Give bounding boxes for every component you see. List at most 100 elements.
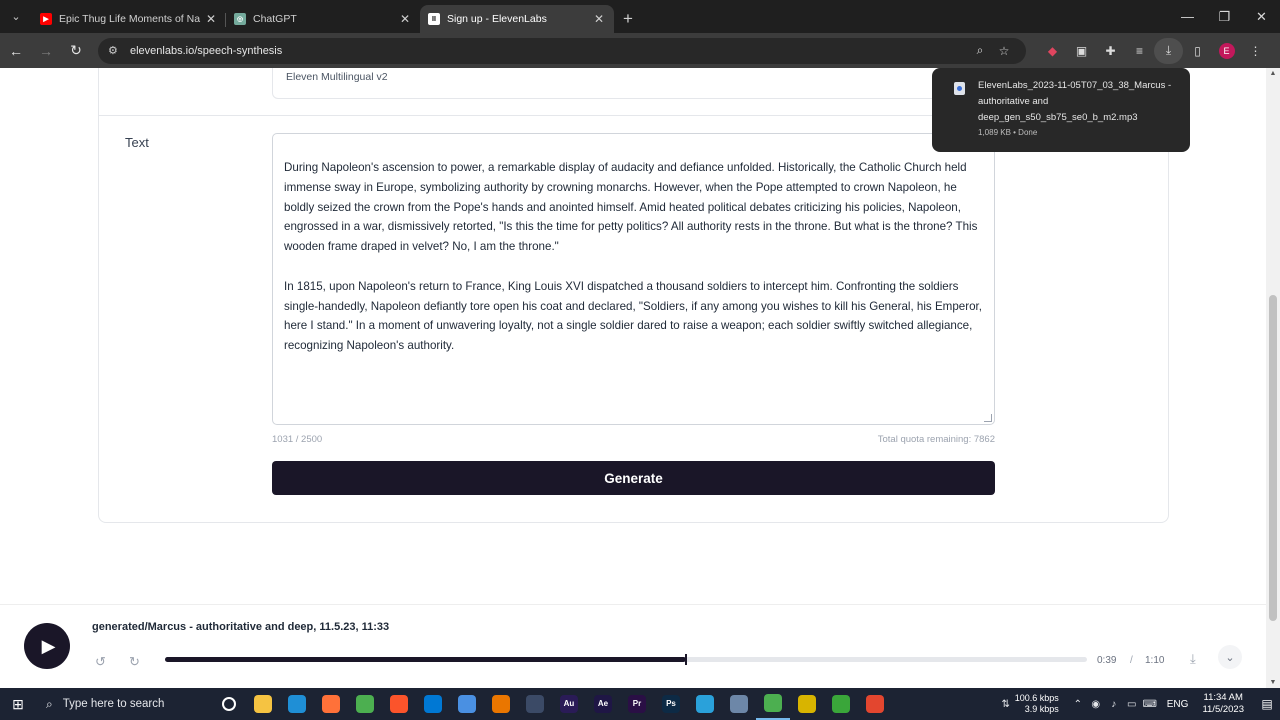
side-panel-icon[interactable]: ▯ xyxy=(1183,38,1212,64)
back-arrow-icon[interactable]: ← xyxy=(2,37,30,65)
chevron-up-icon[interactable]: ⌃ xyxy=(1069,699,1087,710)
taskbar-apps: Au Ae Pr Ps xyxy=(212,688,892,720)
resize-handle[interactable] xyxy=(984,414,992,422)
text-input-area[interactable]: During Napoleon's ascension to power, a … xyxy=(272,133,995,425)
photoshop-taskbar-icon[interactable]: Ps xyxy=(654,688,688,720)
net-down: 3.9 kbps xyxy=(1024,704,1059,714)
telegram-taskbar-icon[interactable] xyxy=(688,688,722,720)
file-explorer-taskbar-icon[interactable] xyxy=(246,688,280,720)
file-explorer-icon xyxy=(254,695,272,713)
rewind-icon[interactable]: ↺ xyxy=(95,654,106,670)
camtasia-taskbar-icon[interactable] xyxy=(824,688,858,720)
language-indicator[interactable]: ENG xyxy=(1167,699,1189,710)
chrome-taskbar-icon[interactable] xyxy=(348,688,382,720)
play-button[interactable]: ▶ xyxy=(24,623,70,669)
folder-yellow-taskbar-icon[interactable] xyxy=(790,688,824,720)
telegram-icon xyxy=(696,695,714,713)
camera-icon[interactable]: ◉ xyxy=(1087,699,1105,710)
character-count: 1031 / 2500 xyxy=(272,434,323,445)
clock-time: 11:34 AM xyxy=(1203,692,1243,703)
total-time: 1:10 xyxy=(1145,655,1165,666)
reading-list-icon[interactable]: ≡ xyxy=(1125,38,1154,64)
audition-icon: Au xyxy=(560,695,578,713)
url-text[interactable]: elevenlabs.io/speech-synthesis xyxy=(130,45,968,57)
notepad-taskbar-icon[interactable] xyxy=(722,688,756,720)
windows-start-icon[interactable]: ⊞ xyxy=(0,688,36,720)
downloads-icon[interactable]: ⤓ xyxy=(1154,37,1183,64)
tab-search-icon[interactable]: ⌄ xyxy=(0,0,32,33)
brave-taskbar-icon[interactable] xyxy=(382,688,416,720)
scroll-down-icon[interactable]: ▼ xyxy=(1266,679,1280,686)
address-bar[interactable]: ⚙ elevenlabs.io/speech-synthesis ⌕ ☆ xyxy=(98,37,1026,64)
model-select[interactable]: Eleven Multilingual v2 xyxy=(272,68,994,99)
speaker-icon[interactable]: ♪ xyxy=(1105,699,1123,710)
reload-icon[interactable]: ↻ xyxy=(62,37,90,65)
app-store-taskbar-icon[interactable] xyxy=(450,688,484,720)
keyboard-icon[interactable]: ⌨ xyxy=(1141,699,1159,710)
edge-taskbar-icon[interactable] xyxy=(280,688,314,720)
tab-chatgpt[interactable]: ◎ ChatGPT ✕ xyxy=(226,5,420,33)
page-scrollbar[interactable]: ▲ ▼ xyxy=(1266,68,1280,688)
progress-knob[interactable] xyxy=(684,654,687,665)
firefox-icon xyxy=(322,695,340,713)
close-icon[interactable]: ✕ xyxy=(204,12,218,26)
notification-icon[interactable]: ▤ xyxy=(1254,697,1280,711)
puzzle-extensions-icon[interactable]: ✚ xyxy=(1096,38,1125,64)
folder-yellow-icon xyxy=(798,695,816,713)
firefox-taskbar-icon[interactable] xyxy=(314,688,348,720)
close-icon[interactable]: ✕ xyxy=(398,12,412,26)
taskbar-search[interactable]: ⌕ Type here to search xyxy=(36,688,206,720)
task-view-taskbar-icon[interactable] xyxy=(212,688,246,720)
zoom-search-icon[interactable]: ⌕ xyxy=(968,43,992,58)
after-effects-icon: Ae xyxy=(594,695,612,713)
close-icon[interactable]: ✕ xyxy=(592,12,606,26)
scrollbar-thumb[interactable] xyxy=(1269,295,1277,621)
new-tab-button[interactable]: + xyxy=(614,5,642,33)
clock[interactable]: 11:34 AM 11/5/2023 xyxy=(1202,692,1244,716)
forward-arrow-icon[interactable]: → xyxy=(32,37,60,65)
time-separator: / xyxy=(1130,655,1133,666)
task-view-icon xyxy=(222,697,236,711)
tab-elevenlabs[interactable]: II Sign up - ElevenLabs ✕ xyxy=(420,5,614,33)
elevenlabs-icon: II xyxy=(428,13,440,25)
blender-icon xyxy=(492,695,510,713)
system-tray: ⇅ 100.6 kbps 3.9 kbps ⌃ ◉ ♪ ▭ ⌨ ENG 11:3… xyxy=(997,688,1280,720)
extension-icon[interactable]: ▣ xyxy=(1067,38,1096,64)
fast-forward-icon[interactable]: ↻ xyxy=(129,654,140,670)
tab-youtube[interactable]: ▶ Epic Thug Life Moments of Na ✕ xyxy=(32,5,226,33)
network-transfer-icon: ⇅ xyxy=(1001,698,1010,710)
download-popup[interactable]: ElevenLabs_2023-11-05T07_03_38_Marcus - … xyxy=(932,68,1190,152)
progress-bar[interactable] xyxy=(165,654,1087,665)
bookmark-star-icon[interactable]: ☆ xyxy=(992,44,1016,58)
chrome-active-icon xyxy=(764,694,782,712)
display-icon[interactable]: ▭ xyxy=(1123,699,1141,710)
generate-button[interactable]: Generate xyxy=(272,461,995,495)
davinci-taskbar-icon[interactable] xyxy=(518,688,552,720)
restore-icon[interactable]: ❐ xyxy=(1206,0,1243,33)
chevron-down-icon[interactable]: ⌄ xyxy=(1218,645,1242,669)
premiere-taskbar-icon[interactable]: Pr xyxy=(620,688,654,720)
menu-kebab-icon[interactable]: ⋮ xyxy=(1241,38,1270,64)
tab-title: ChatGPT xyxy=(253,13,297,25)
chrome-active-taskbar-icon[interactable] xyxy=(756,688,790,720)
edge-icon xyxy=(288,695,306,713)
site-settings-icon[interactable]: ⚙ xyxy=(108,44,124,57)
pocket-extension-icon[interactable]: ◆ xyxy=(1038,38,1067,64)
download-icon[interactable]: ⤓ xyxy=(1190,651,1196,667)
blender-taskbar-icon[interactable] xyxy=(484,688,518,720)
browser-tab-bar: ⌄ ▶ Epic Thug Life Moments of Na ✕ ◎ Cha… xyxy=(0,0,1280,33)
photoshop-icon: Ps xyxy=(662,695,680,713)
download-status: 1,089 KB • Done xyxy=(978,128,1038,137)
download-filename[interactable]: ElevenLabs_2023-11-05T07_03_38_Marcus - … xyxy=(978,78,1180,126)
audio-player: ▶ generated/Marcus - authoritative and d… xyxy=(0,604,1266,688)
vscode-taskbar-icon[interactable] xyxy=(416,688,450,720)
recorder-taskbar-icon[interactable] xyxy=(858,688,892,720)
window-controls: — ❐ ✕ xyxy=(1169,0,1280,33)
after-effects-taskbar-icon[interactable]: Ae xyxy=(586,688,620,720)
close-window-icon[interactable]: ✕ xyxy=(1243,0,1280,33)
premiere-icon: Pr xyxy=(628,695,646,713)
scroll-up-icon[interactable]: ▲ xyxy=(1266,70,1280,77)
audition-taskbar-icon[interactable]: Au xyxy=(552,688,586,720)
profile-avatar[interactable]: E xyxy=(1212,38,1241,64)
minimize-icon[interactable]: — xyxy=(1169,0,1206,33)
